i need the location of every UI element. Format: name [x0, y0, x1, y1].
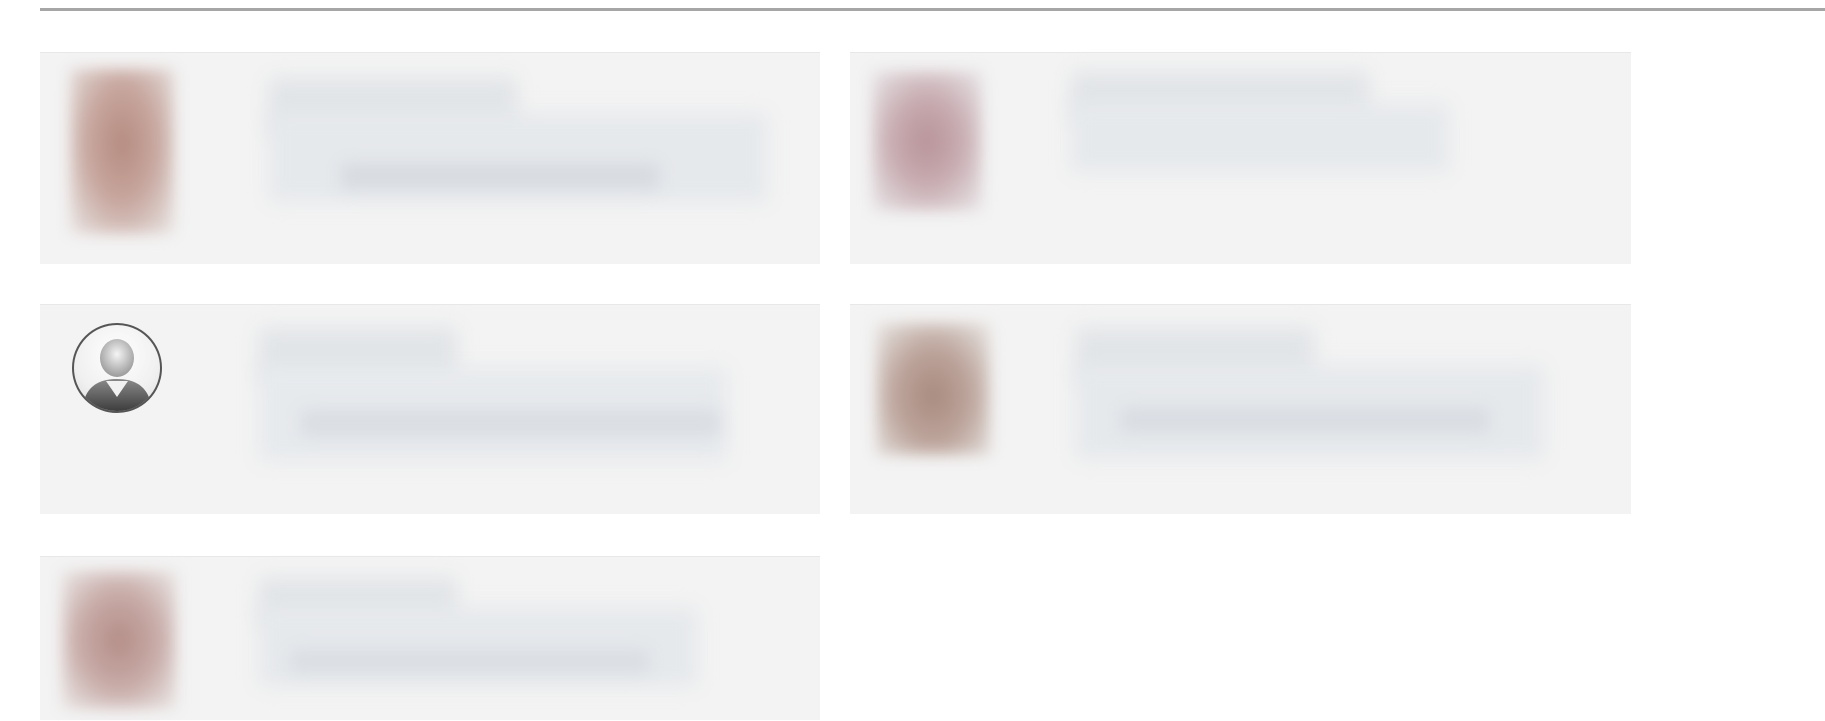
redacted-line	[290, 649, 650, 673]
redacted-details	[268, 113, 768, 203]
contact-card-2[interactable]	[850, 52, 1631, 264]
redacted-line	[300, 409, 720, 437]
redacted-line	[1120, 407, 1490, 433]
avatar-photo	[876, 323, 990, 455]
contact-card-1[interactable]	[40, 52, 820, 264]
avatar-photo	[70, 69, 174, 234]
user-silhouette-icon	[82, 339, 152, 411]
avatar-photo	[62, 571, 176, 709]
contact-card-3[interactable]	[40, 304, 820, 514]
default-user-icon	[72, 323, 162, 413]
redacted-details	[1070, 103, 1450, 173]
redacted-line	[340, 163, 660, 189]
avatar-photo	[872, 71, 982, 211]
redacted-details	[258, 607, 698, 687]
top-divider	[40, 8, 1825, 11]
contact-card-5[interactable]	[40, 556, 820, 720]
contact-card-4[interactable]	[850, 304, 1631, 514]
